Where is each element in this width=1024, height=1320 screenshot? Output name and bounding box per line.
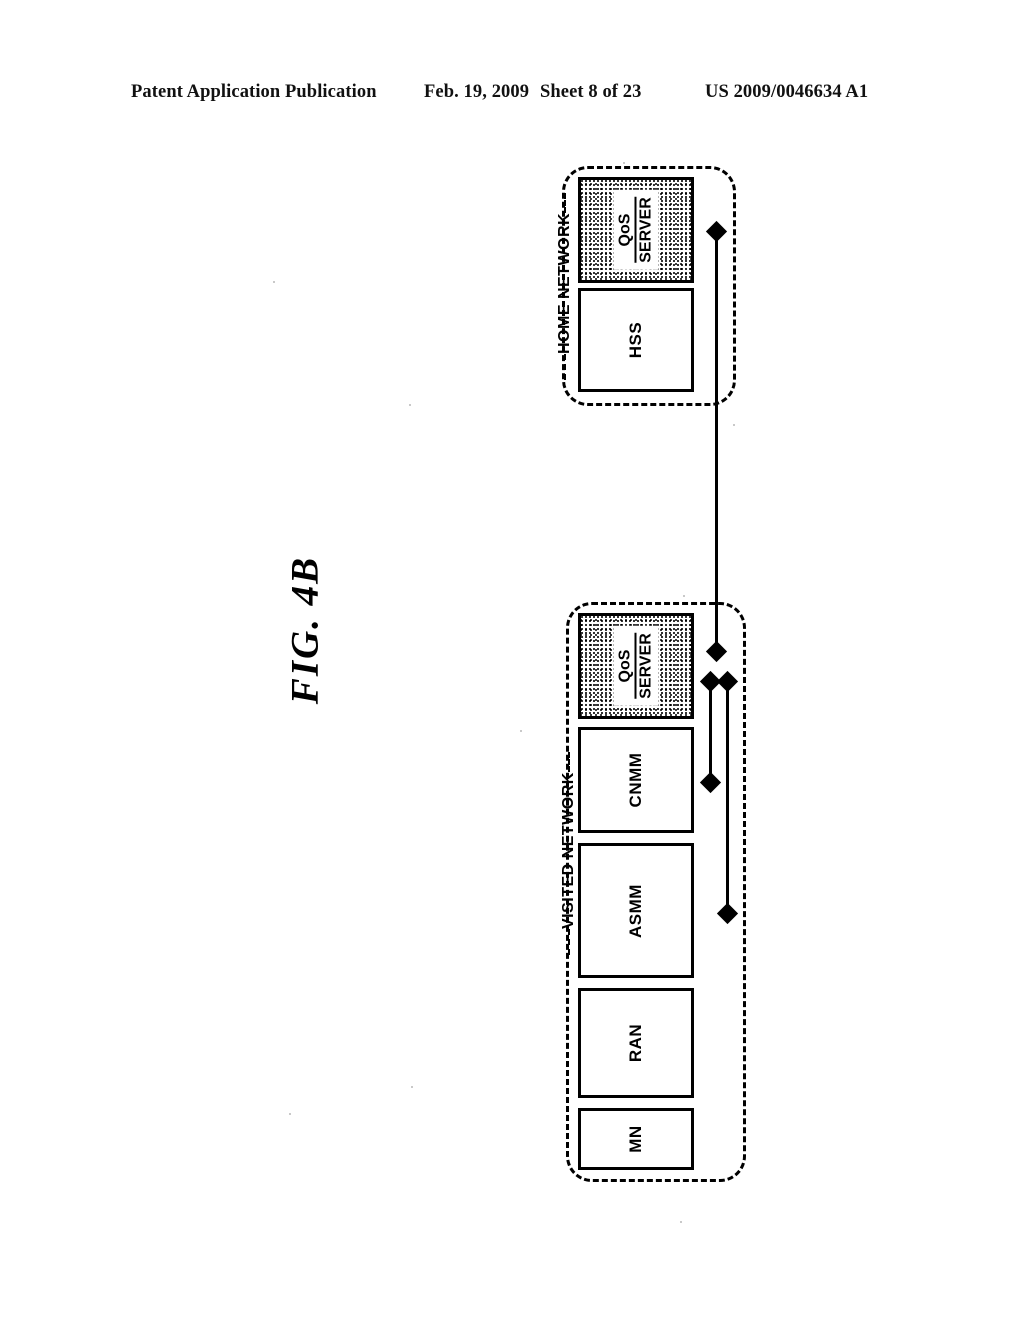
node-visited-mn[interactable]: MN: [578, 1108, 694, 1170]
node-home-qos-server[interactable]: QoS SERVER: [578, 177, 694, 283]
home-network-leader-end: [563, 192, 566, 213]
visited-qos-server-label-line1: QoS: [617, 633, 637, 699]
home-qos-server-label-line2: SERVER: [637, 197, 655, 263]
visited-qos-server-label-line2: SERVER: [637, 633, 655, 699]
visited-mn-label: MN: [626, 1125, 645, 1153]
connector-qos-to-cnmm-line: [709, 682, 712, 782]
visited-cnmm-label: CNMM: [626, 752, 645, 808]
home-network-leader-start: [563, 354, 566, 380]
visited-network-leader-end: [567, 752, 570, 773]
connector-qos-to-qos-line: [715, 232, 718, 651]
scan-speck: [520, 730, 522, 732]
visited-ran-label: RAN: [626, 1023, 645, 1063]
scan-speck: [409, 404, 411, 406]
home-network-label: HOME NETWORK: [556, 192, 574, 380]
scan-speck: [733, 424, 735, 426]
home-qos-server-label-line1: QoS: [617, 197, 637, 263]
connector-qos-to-asmm-line: [726, 682, 729, 913]
scan-speck: [289, 1113, 291, 1115]
figure-diagram: HOME NETWORK QoS SERVER HSS VISITED NETW…: [0, 0, 1024, 1320]
scan-speck: [683, 595, 685, 597]
visited-qos-server-plate: QoS SERVER: [613, 626, 659, 706]
node-visited-qos-server[interactable]: QoS SERVER: [578, 613, 694, 719]
node-visited-asmm[interactable]: ASMM: [578, 843, 694, 978]
scan-speck: [411, 1086, 413, 1088]
visited-asmm-label: ASMM: [626, 883, 645, 938]
visited-network-label-text: VISITED NETWORK: [560, 772, 577, 929]
scan-speck: [273, 281, 275, 283]
visited-network-label: VISITED NETWORK: [560, 752, 578, 955]
node-home-hss[interactable]: HSS: [578, 288, 694, 392]
visited-network-leader-start: [567, 929, 570, 955]
home-qos-server-plate: QoS SERVER: [613, 190, 659, 270]
home-hss-label: HSS: [626, 321, 645, 359]
node-visited-cnmm[interactable]: CNMM: [578, 727, 694, 833]
node-visited-ran[interactable]: RAN: [578, 988, 694, 1098]
home-network-label-text: HOME NETWORK: [556, 212, 573, 354]
scan-speck: [680, 1221, 682, 1223]
scan-speck: [623, 162, 625, 164]
